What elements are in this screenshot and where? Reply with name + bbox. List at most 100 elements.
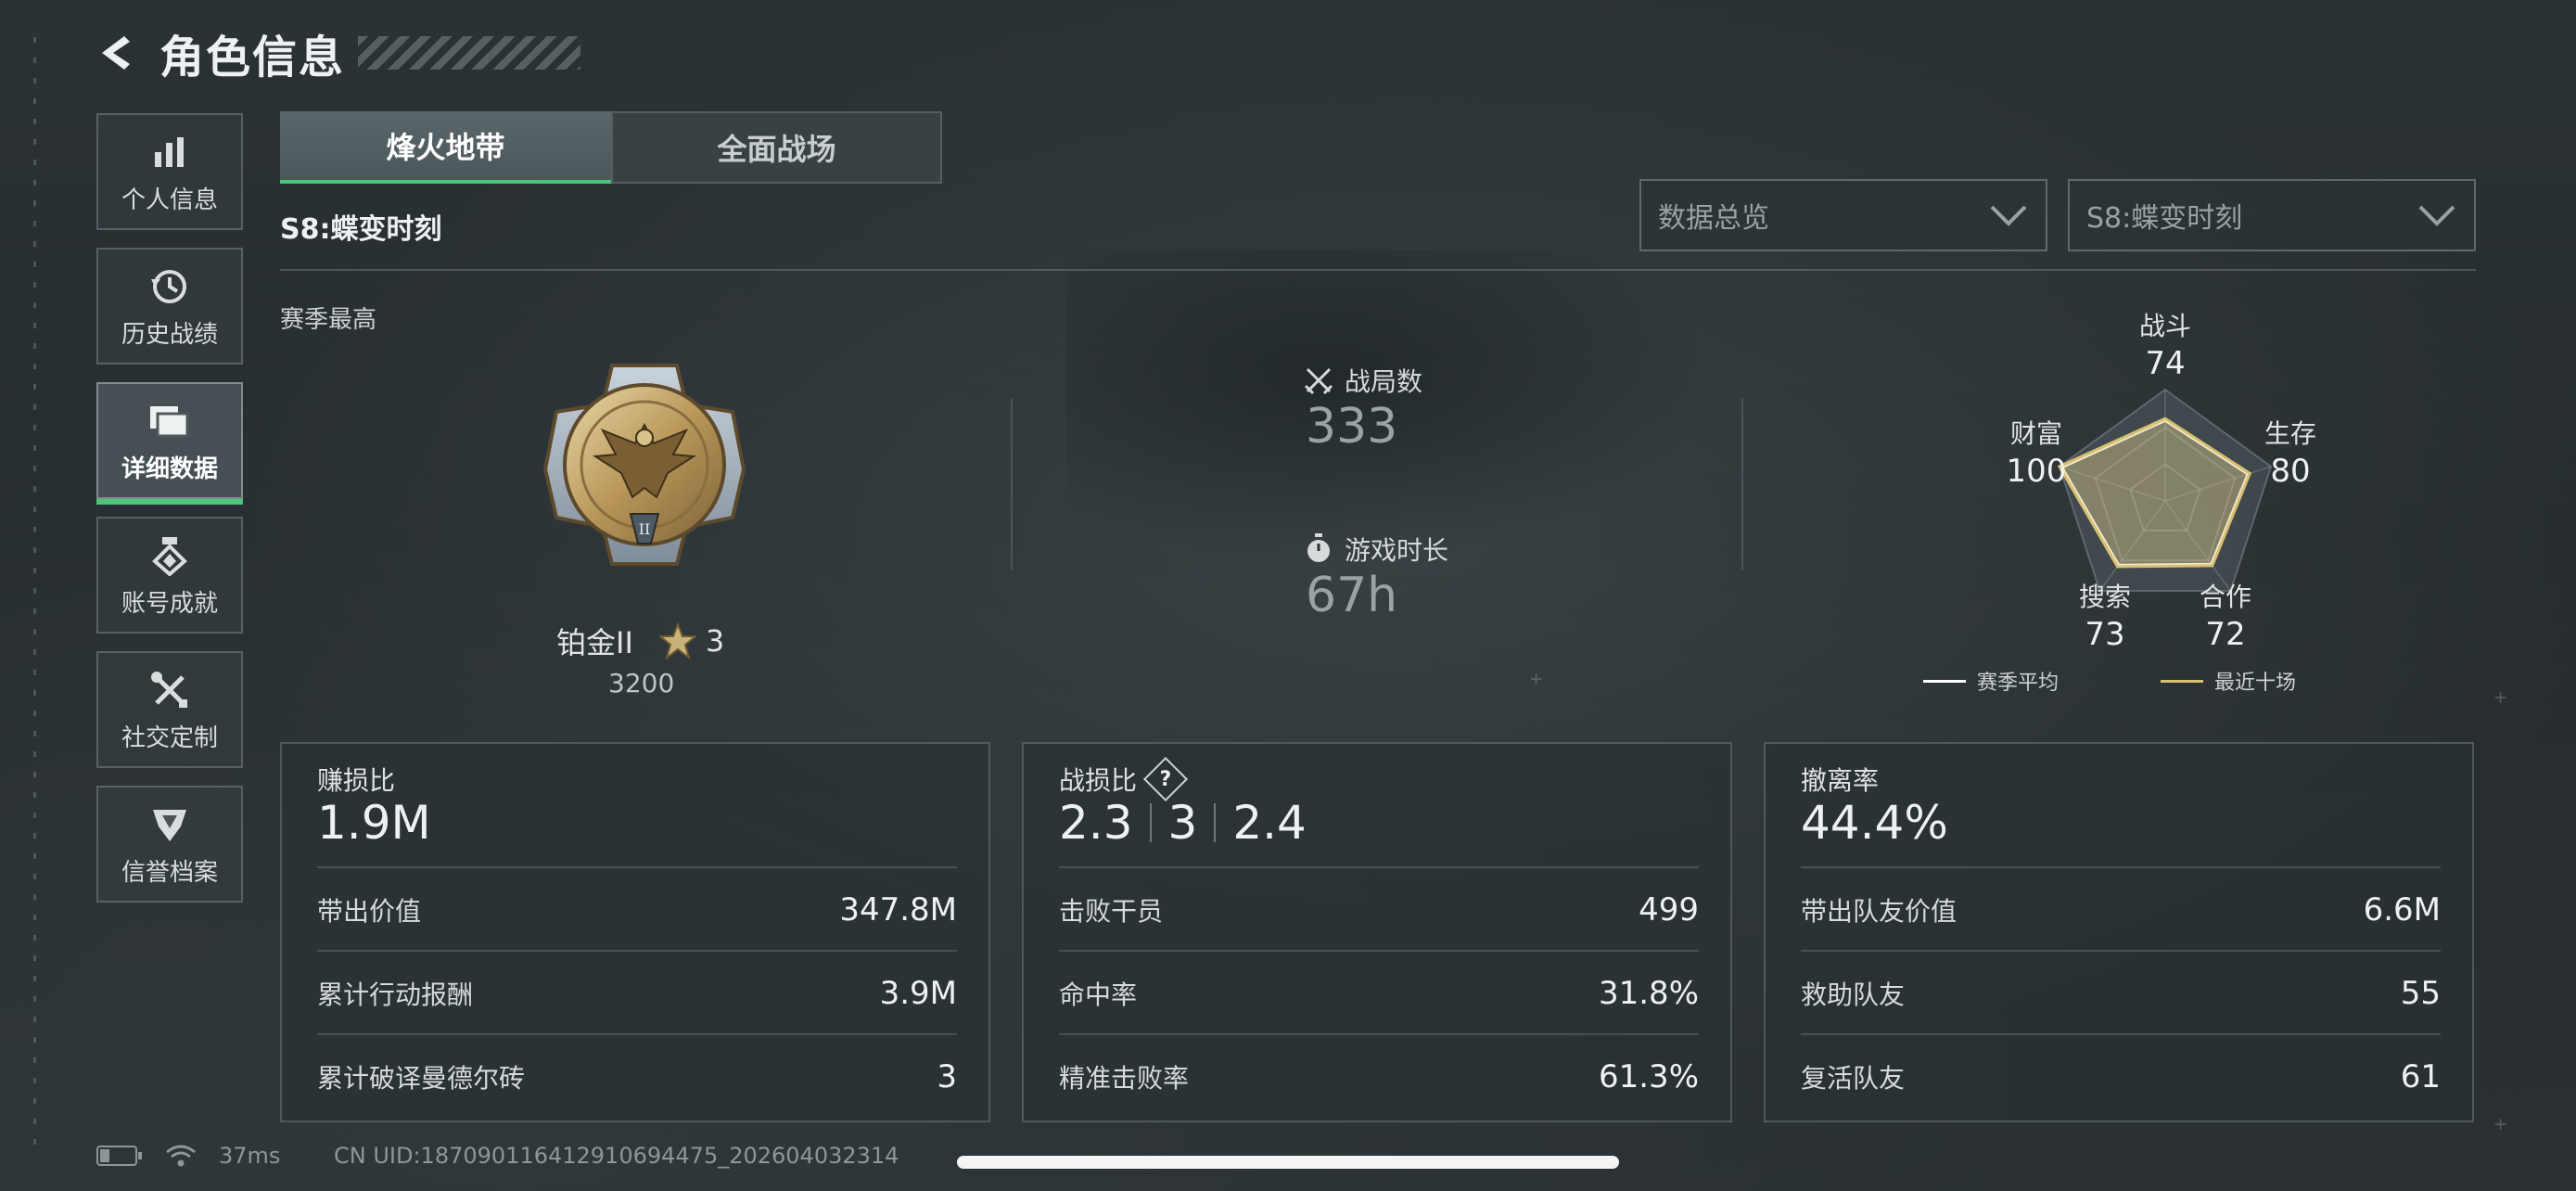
table-row: 精准击败率 61.3%: [1059, 1033, 1699, 1119]
radar-value-combat: 74: [2145, 345, 2186, 382]
table-row: 带出价值 347.8M: [317, 866, 957, 952]
title-decoration: [358, 36, 581, 70]
legend-season-avg: 赛季平均: [1923, 666, 2059, 696]
radar-label-search: 搜索: [2078, 582, 2131, 612]
back-button[interactable]: [93, 27, 145, 79]
table-row: 命中率 31.8%: [1059, 950, 1699, 1035]
tab-full-battlefield[interactable]: 全面战场: [611, 111, 942, 184]
kd-value-2: 3: [1167, 796, 1198, 850]
legend-line-gold: [2161, 679, 2203, 683]
playtime-value: 67h: [1306, 568, 1398, 623]
mode-tabs: 烽火地带 全面战场: [280, 111, 942, 184]
season-dropdown[interactable]: S8:蝶变时刻: [2068, 179, 2476, 251]
battery-icon: [96, 1145, 143, 1167]
table-row: 复活队友 61: [1801, 1033, 2441, 1119]
rank-name: 铂金II: [556, 625, 633, 660]
card-big-value: 44.4%: [1801, 796, 1948, 850]
card-big-value: 1.9M: [317, 796, 431, 850]
card-big-value: 2.3 3 2.4: [1059, 796, 1307, 850]
folders-icon: [148, 398, 191, 444]
bar-chart-icon: [151, 129, 188, 175]
scope-dropdown[interactable]: 数据总览: [1639, 179, 2047, 251]
kd-value-3: 2.4: [1232, 796, 1307, 850]
row-label: 带出队友价值: [1801, 896, 1958, 927]
playtime-label-text: 游戏时长: [1345, 535, 1449, 566]
table-row: 击败干员 499: [1059, 866, 1699, 952]
card-title-text: 战损比: [1059, 765, 1138, 796]
scope-dropdown-value: 数据总览: [1658, 202, 1769, 235]
rank-points: 3200: [608, 668, 675, 698]
season-title: S8:蝶变时刻: [280, 213, 442, 246]
row-value: 31.8%: [1598, 975, 1699, 1012]
row-label: 累计行动报酬: [317, 980, 474, 1010]
row-label: 带出价值: [317, 896, 422, 927]
card-title: 撤离率: [1801, 765, 1880, 796]
radar-value-wealth: 100: [2006, 453, 2067, 490]
sidebar-item-label: 详细数据: [121, 455, 218, 483]
row-value: 499: [1639, 891, 1699, 928]
sidebar-item-label: 社交定制: [121, 724, 218, 752]
star-icon: [658, 622, 696, 660]
medal-badge-icon: [151, 532, 188, 579]
chevron-down-icon: [2418, 205, 2455, 226]
kd-value-1: 2.3: [1059, 796, 1133, 850]
season-high-label: 赛季最高: [280, 306, 377, 334]
help-icon: ?: [1159, 767, 1172, 791]
radar-label-survival: 生存: [2264, 418, 2316, 449]
row-label: 击败干员: [1059, 896, 1164, 927]
uid-text: CN UID:187090116412910694475_20260403231…: [334, 1143, 899, 1169]
profit-card: 赚损比 1.9M 带出价值 347.8M 累计行动报酬 3.9M 累计破译曼德尔…: [280, 742, 990, 1122]
sidebar-item-personal-info[interactable]: 个人信息: [96, 113, 243, 230]
sidebar-item-reputation[interactable]: 信誉档案: [96, 786, 243, 903]
value-separator: [1214, 803, 1217, 842]
row-value: 3.9M: [879, 975, 957, 1012]
shield-emblem-icon: [149, 801, 190, 848]
season-dropdown-value: S8:蝶变时刻: [2086, 202, 2243, 235]
sidebar-item-history[interactable]: 历史战绩: [96, 248, 243, 365]
radar-label-wealth: 财富: [2009, 418, 2062, 449]
row-value: 6.6M: [2363, 891, 2441, 928]
page-title: 角色信息: [159, 32, 346, 83]
status-bar: 37ms: [96, 1143, 302, 1169]
playtime-label: 游戏时长: [1304, 531, 1448, 568]
chevron-down-icon: [1990, 205, 2027, 226]
svg-text:II: II: [639, 520, 651, 538]
row-value: 347.8M: [839, 891, 957, 928]
tab-hazard-zone[interactable]: 烽火地带: [280, 111, 611, 184]
history-clock-icon: [149, 263, 190, 310]
table-row: 带出队友价值 6.6M: [1801, 866, 2441, 952]
ping-text: 37ms: [219, 1143, 281, 1169]
row-value: 61: [2400, 1058, 2441, 1095]
sidebar-item-label: 账号成就: [121, 589, 218, 618]
sidebar-item-detailed-data[interactable]: 详细数据: [96, 382, 243, 505]
radar-value-teamwork: 72: [2205, 616, 2246, 653]
sidebar: 个人信息 历史战绩 详细数据 账号成就 社交定制 信誉档案: [96, 113, 247, 920]
decorative-dashed-line: [33, 37, 36, 1150]
legend-line-white: [1923, 679, 1966, 683]
sidebar-item-social[interactable]: 社交定制: [96, 651, 243, 768]
stopwatch-icon: [1304, 533, 1333, 565]
section-divider: [280, 269, 2476, 271]
sidebar-item-achievements[interactable]: 账号成就: [96, 517, 243, 634]
table-row: 累计行动报酬 3.9M: [317, 950, 957, 1035]
row-value: 55: [2400, 975, 2441, 1012]
radar-value-survival: 80: [2270, 453, 2311, 490]
kd-card: 战损比 ? 2.3 3 2.4 击败干员 499 命中率 31.8% 精准击败率…: [1022, 742, 1732, 1122]
row-value: 3: [937, 1058, 957, 1095]
home-indicator[interactable]: [957, 1156, 1619, 1169]
vertical-divider: [1741, 399, 1743, 570]
help-button[interactable]: ?: [1142, 756, 1189, 802]
matches-label-text: 战局数: [1345, 366, 1423, 397]
page-header: 角色信息: [93, 20, 581, 85]
value-separator: [1149, 803, 1152, 842]
radar-chart: 战斗 74 生存 80 合作 72 搜索 73 财富 100: [1966, 306, 2429, 677]
radar-label-combat: 战斗: [2138, 311, 2191, 341]
table-row: 救助队友 55: [1801, 950, 2441, 1035]
wifi-icon: [165, 1144, 197, 1168]
row-label: 救助队友: [1801, 980, 1906, 1010]
card-title: 赚损比: [317, 765, 396, 796]
legend-label: 赛季平均: [1977, 672, 2060, 695]
tools-icon: [149, 667, 190, 713]
decorative-crosshair: +: [1530, 668, 1543, 691]
row-label: 命中率: [1059, 980, 1138, 1010]
